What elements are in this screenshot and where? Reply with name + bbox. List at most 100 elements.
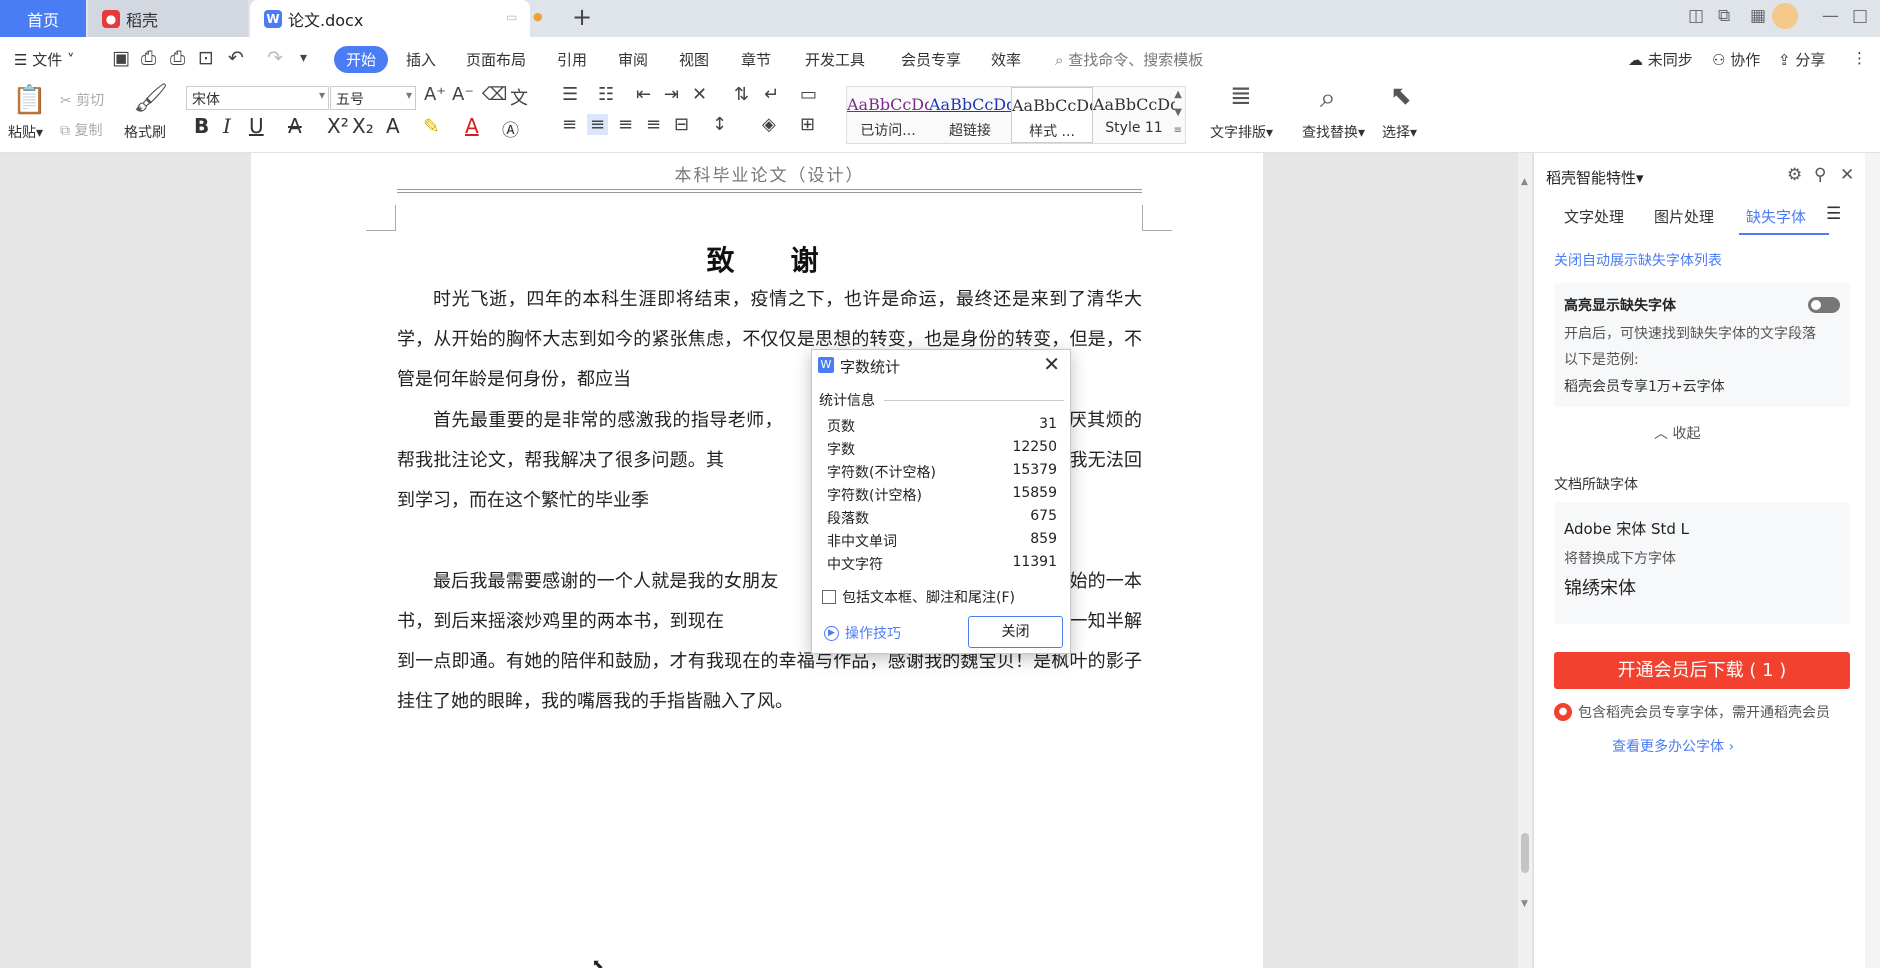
justify-icon[interactable]: ≡ (646, 114, 661, 135)
shrink-font-icon[interactable]: A⁻ (452, 84, 474, 105)
tab-image-processing[interactable]: 图片处理 (1654, 206, 1714, 227)
distribute-icon[interactable]: ⊟ (674, 114, 689, 135)
tab-document[interactable]: W 论文.docx ▭ ● (250, 0, 543, 37)
tab-efficiency[interactable]: 效率 (991, 49, 1021, 70)
text-direction-icon[interactable]: ⇅ (734, 84, 749, 105)
export-pdf-icon[interactable]: ⎙ (141, 47, 156, 69)
format-painter-button[interactable]: 格式刷 (124, 122, 166, 142)
find-replace-icon[interactable]: ⌕ (1320, 81, 1336, 115)
text-layout-button[interactable]: 文字排版▾ (1210, 122, 1273, 142)
bold-icon[interactable]: B (194, 114, 209, 138)
find-replace-button[interactable]: 查找替换▾ (1302, 122, 1365, 142)
format-painter-icon[interactable]: 🖌 (133, 81, 169, 114)
collapse-button[interactable]: ︿ 收起 (1654, 423, 1700, 443)
apps-grid-icon[interactable]: ▦ (1750, 6, 1766, 26)
paste-button[interactable]: 粘贴▾ (8, 122, 43, 142)
tab-member[interactable]: 会员专享 (901, 49, 961, 70)
font-color-icon[interactable]: A (465, 114, 479, 138)
line-break-icon[interactable]: ↵ (764, 84, 779, 105)
tips-link[interactable]: ▶ 操作技巧 (824, 623, 901, 643)
panel-menu-icon[interactable]: ☰ (1826, 204, 1841, 224)
close-auto-show-link[interactable]: 关闭自动展示缺失字体列表 (1554, 250, 1722, 270)
document-area[interactable]: 本科毕业论文（设计） 致 谢 时光飞逝，四年的本科生涯即将结束，疫情之下，也许是… (0, 153, 1522, 968)
scroll-down-icon[interactable]: ▼ (1521, 899, 1528, 909)
tab-missing-fonts[interactable]: 缺失字体 (1746, 206, 1806, 227)
border-icon[interactable]: ⊞ (800, 114, 815, 135)
minimize-icon[interactable]: — (1822, 6, 1839, 26)
font-size-select[interactable]: 五号 (330, 86, 416, 110)
new-tab-plus-icon[interactable]: + (572, 3, 592, 31)
save-icon[interactable]: ▣ (112, 47, 130, 69)
scrollbar-thumb[interactable] (1521, 833, 1529, 873)
tab-home[interactable]: 首页 (0, 0, 86, 37)
panel-title[interactable]: 稻壳智能特性▾ (1546, 167, 1644, 188)
command-search[interactable]: ⌕ 查找命令、搜索模板 (1055, 49, 1203, 70)
close-panel-icon[interactable]: ✕ (1840, 165, 1854, 185)
shading-icon[interactable]: ◈ (762, 114, 776, 135)
clear-format-icon[interactable]: ⌫ (482, 84, 507, 105)
align-center-icon[interactable]: ≡ (587, 114, 609, 135)
tab-developer[interactable]: 开发工具 (805, 49, 865, 70)
align-left-icon[interactable]: ≡ (562, 114, 577, 135)
tab-view[interactable]: 视图 (679, 49, 709, 70)
pin-icon[interactable]: ⚲ (1814, 165, 1826, 185)
tab-review[interactable]: 审阅 (618, 49, 648, 70)
copy-button[interactable]: ⧉ 复制 (60, 120, 102, 140)
style-current[interactable]: AaBbCcDd 样式 ... (1011, 87, 1093, 143)
line-spacing-icon[interactable]: ↕ (712, 114, 727, 135)
scroll-up-icon[interactable]: ▲ (1521, 177, 1528, 187)
style-more-icon[interactable]: ≡ (1174, 125, 1182, 136)
align-right-icon[interactable]: ≡ (618, 114, 633, 135)
chinese-layout-icon[interactable]: ✕ (692, 84, 707, 105)
multi-window-icon[interactable]: ⧉ (1718, 6, 1730, 26)
phonetic-icon[interactable]: 文 (510, 84, 528, 110)
paste-icon[interactable]: 📋 (12, 83, 47, 116)
print-preview-icon[interactable]: ⊡ (198, 47, 214, 69)
collaborate-button[interactable]: ⚇ 协作 (1712, 49, 1760, 70)
increase-indent-icon[interactable]: ⇥ (664, 84, 679, 105)
tab-text-processing[interactable]: 文字处理 (1564, 206, 1624, 227)
print-icon[interactable]: ⎙ (170, 47, 185, 69)
tab-start[interactable]: 开始 (334, 46, 389, 73)
avatar[interactable] (1772, 3, 1798, 29)
screen-icon[interactable]: ▭ (506, 10, 517, 24)
underline-icon[interactable]: U (249, 114, 264, 138)
highlight-icon[interactable]: ✎ (423, 114, 440, 138)
tab-page-layout[interactable]: 页面布局 (466, 49, 526, 70)
superscript-icon[interactable]: X² (327, 114, 349, 138)
select-button[interactable]: 选择▾ (1382, 122, 1417, 142)
grow-font-icon[interactable]: A⁺ (424, 84, 446, 105)
checkbox-box[interactable] (822, 590, 836, 604)
maximize-icon[interactable]: □ (1852, 6, 1868, 26)
style-visited[interactable]: AaBbCcDd 已访问... (847, 87, 929, 143)
cut-button[interactable]: ✂ 剪切 (60, 90, 104, 110)
include-textbox-checkbox[interactable]: 包括文本框、脚注和尾注(F) (822, 587, 1015, 607)
italic-icon[interactable]: I (223, 114, 231, 138)
select-cursor-icon[interactable]: ⬉ (1390, 81, 1412, 111)
close-button[interactable]: 关闭 (968, 616, 1063, 648)
redo-icon[interactable]: ↷ (267, 47, 283, 69)
dialog-close-icon[interactable]: ✕ (1043, 352, 1060, 376)
font-name-select[interactable]: 宋体 (186, 86, 329, 110)
tab-daoke[interactable]: ● 稻壳 (88, 0, 248, 37)
document-scrollbar[interactable]: ▲ ▼ (1518, 153, 1532, 968)
more-fonts-link[interactable]: 查看更多办公字体 › (1612, 736, 1734, 756)
subscript-icon[interactable]: X₂ (352, 114, 374, 138)
char-border-icon[interactable]: Ⓐ (502, 116, 519, 141)
gear-icon[interactable]: ⚙ (1787, 165, 1802, 185)
more-icon[interactable]: ⋮ (1852, 49, 1867, 67)
style-hyperlink[interactable]: AaBbCcDd 超链接 (929, 87, 1011, 143)
style-11[interactable]: AaBbCcDd Style 11 (1093, 87, 1175, 143)
style-scroll-down-icon[interactable]: ▼ (1174, 107, 1182, 118)
bullet-list-icon[interactable]: ☰ (562, 84, 578, 105)
vip-download-button[interactable]: 开通会员后下载 ( 1 ) (1554, 652, 1850, 689)
layout-icon[interactable]: ◫ (1688, 6, 1704, 26)
tab-references[interactable]: 引用 (557, 49, 587, 70)
tab-insert[interactable]: 插入 (406, 49, 436, 70)
strikethrough-icon[interactable]: A (288, 114, 302, 138)
tab-chapter[interactable]: 章节 (741, 49, 771, 70)
file-menu[interactable]: ☰ 文件 ˅ (14, 49, 75, 70)
ruler-icon[interactable]: ▭ (800, 84, 817, 105)
highlight-toggle[interactable] (1808, 297, 1840, 313)
text-layout-icon[interactable]: ≣ (1230, 81, 1252, 111)
